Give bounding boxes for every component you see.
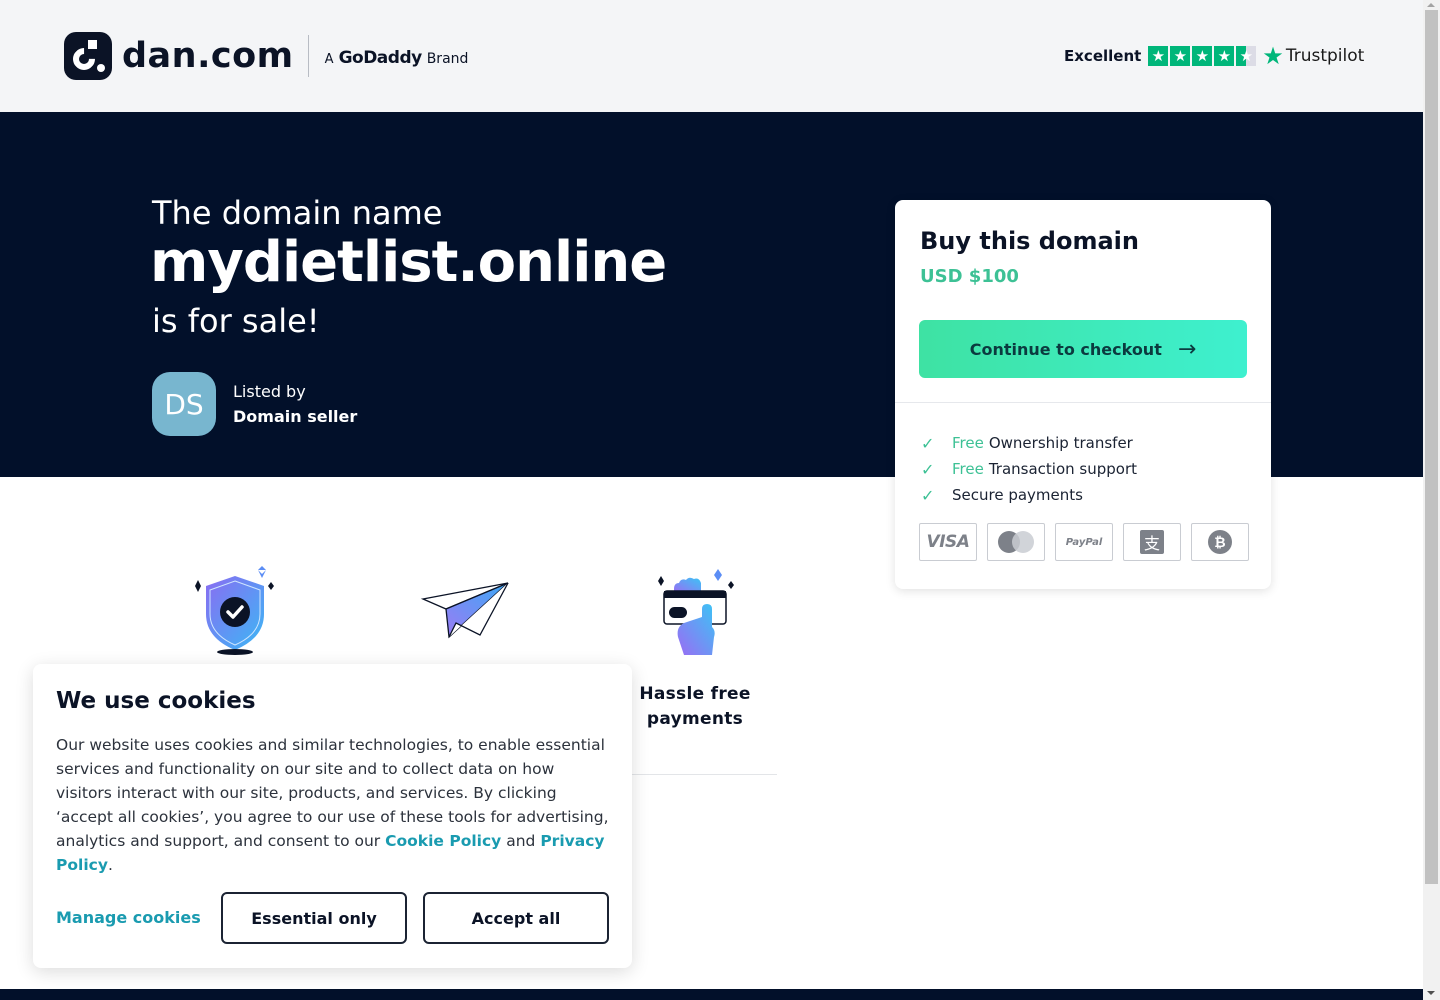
site-header: dan.com A GoDaddy Brand Excellent ★ ★ ★ … bbox=[0, 0, 1423, 112]
cookie-description: Our website uses cookies and similar tec… bbox=[56, 736, 609, 874]
scrollbar-thumb[interactable] bbox=[1425, 10, 1438, 884]
trustpilot-logo-star-icon: ★ bbox=[1262, 42, 1284, 70]
shield-check-icon bbox=[195, 566, 274, 655]
brand-name: GoDaddy bbox=[338, 48, 423, 68]
benefit-free-tag: Free bbox=[952, 434, 984, 452]
seller-name: Domain seller bbox=[233, 407, 358, 426]
listed-by-label: Listed by bbox=[233, 382, 306, 401]
half-star-icon: ★ bbox=[1236, 46, 1257, 66]
benefit-item: ✓ Secure payments bbox=[921, 482, 1137, 508]
seller-info: DS Listed by Domain seller bbox=[152, 372, 357, 436]
dan-logo[interactable]: dan.com A GoDaddy Brand bbox=[64, 32, 468, 80]
alipay-icon: 支 bbox=[1123, 523, 1181, 561]
vertical-scrollbar[interactable] bbox=[1423, 0, 1440, 1000]
cookie-banner: We use cookies Our website uses cookies … bbox=[33, 664, 632, 968]
dan-logo-icon bbox=[64, 32, 112, 80]
benefit-item: ✓ Free Ownership transfer bbox=[921, 430, 1137, 456]
page: dan.com A GoDaddy Brand Excellent ★ ★ ★ … bbox=[0, 0, 1423, 1000]
card-divider bbox=[895, 402, 1271, 403]
star-icon: ★ bbox=[1148, 46, 1169, 66]
cookie-title: We use cookies bbox=[56, 688, 256, 714]
payment-methods: VISA PayPal 支 ₿ bbox=[919, 523, 1249, 561]
scroll-down-arrow-icon[interactable] bbox=[1427, 991, 1435, 995]
mastercard-icon bbox=[987, 523, 1045, 561]
feature-label-payments: Hassle free payments bbox=[639, 684, 751, 729]
star-icon: ★ bbox=[1170, 46, 1191, 66]
godaddy-brand: A GoDaddy Brand bbox=[325, 48, 469, 68]
checkout-button[interactable]: Continue to checkout → bbox=[919, 320, 1247, 378]
logo-text: dan.com bbox=[122, 36, 294, 76]
benefit-item: ✓ Free Transaction support bbox=[921, 456, 1137, 482]
star-icon: ★ bbox=[1214, 46, 1235, 66]
scroll-up-arrow-icon[interactable] bbox=[1427, 3, 1435, 7]
benefit-text: Transaction support bbox=[988, 460, 1138, 478]
footer-bar bbox=[0, 989, 1423, 1000]
logo-divider bbox=[307, 35, 309, 77]
benefit-text: Ownership transfer bbox=[988, 434, 1133, 452]
benefits-list: ✓ Free Ownership transfer ✓ Free Transac… bbox=[921, 430, 1137, 508]
paypal-icon: PayPal bbox=[1055, 523, 1113, 561]
arrow-right-icon: → bbox=[1177, 336, 1197, 362]
trustpilot-rating-label: Excellent bbox=[1064, 47, 1142, 65]
check-icon: ✓ bbox=[921, 485, 935, 505]
hero-post-text: is for sale! bbox=[152, 302, 320, 340]
visa-icon: VISA bbox=[919, 523, 977, 561]
benefit-text: Secure payments bbox=[952, 486, 1083, 504]
domain-price: USD $100 bbox=[920, 266, 1019, 287]
brand-suffix: Brand bbox=[426, 51, 469, 67]
benefit-free-tag: Free bbox=[952, 460, 984, 478]
manage-cookies-link[interactable]: Manage cookies bbox=[56, 908, 201, 927]
trustpilot-stars: ★ ★ ★ ★ ★ bbox=[1148, 46, 1257, 66]
buy-domain-card: Buy this domain USD $100 Continue to che… bbox=[895, 200, 1271, 589]
trustpilot-name: Trustpilot bbox=[1285, 46, 1365, 66]
buy-card-title: Buy this domain bbox=[920, 227, 1139, 255]
checkout-label: Continue to checkout bbox=[969, 339, 1162, 359]
cookie-policy-link[interactable]: Cookie Policy bbox=[385, 832, 501, 850]
hero-pre-text: The domain name bbox=[152, 194, 443, 232]
essential-only-button[interactable]: Essential only bbox=[221, 892, 407, 944]
brand-prefix: A bbox=[324, 52, 334, 67]
check-icon: ✓ bbox=[921, 433, 935, 453]
trustpilot-widget[interactable]: Excellent ★ ★ ★ ★ ★ ★ Trustpilot bbox=[1064, 44, 1364, 68]
card-payment-icon bbox=[658, 569, 734, 655]
star-icon: ★ bbox=[1192, 46, 1213, 66]
bitcoin-icon: ₿ bbox=[1191, 523, 1249, 561]
accept-all-button[interactable]: Accept all bbox=[423, 892, 609, 944]
paper-plane-icon bbox=[420, 582, 509, 639]
domain-name: mydietlist.online bbox=[150, 230, 667, 295]
check-icon: ✓ bbox=[921, 459, 935, 479]
seller-avatar: DS bbox=[152, 372, 216, 436]
